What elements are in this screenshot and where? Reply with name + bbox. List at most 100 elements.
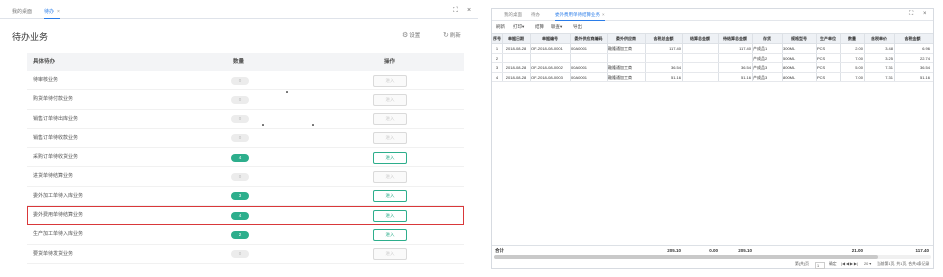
maximize-icon[interactable]: ⛶	[909, 11, 913, 18]
todo-name: 委外费用单待结算业务	[33, 212, 84, 219]
enter-button[interactable]: 进入	[373, 190, 407, 203]
enter-button[interactable]: 进入	[373, 113, 407, 126]
table-cell: 51.16	[919, 74, 930, 80]
column-divider	[864, 63, 865, 72]
inquiry-dropdown[interactable]: 联查▾	[551, 22, 562, 32]
table-cell: 7.31	[885, 74, 893, 80]
enter-button[interactable]: 进入	[373, 228, 407, 241]
totals-settled: 0.00	[709, 248, 718, 253]
page-number-input[interactable]: 1	[815, 261, 826, 269]
settings-button[interactable]: ⚙设置	[402, 31, 420, 39]
table-cell: 800ML	[783, 65, 796, 70]
page-size-select[interactable]: 20 ▾	[864, 260, 871, 269]
print-dropdown[interactable]: 打印▾	[513, 22, 524, 32]
column-header[interactable]: 含税单价	[864, 34, 894, 44]
column-header-count: 数量	[233, 59, 245, 65]
todo-row: 委外费用单待结算业务 4 进入	[27, 206, 464, 226]
column-header[interactable]: 单据日期	[502, 34, 530, 44]
scrollbar-thumb[interactable]	[494, 255, 878, 259]
table-row[interactable]: 1 2018-08-28 OF-2018-08-0001 00A0001 鞍隆通加工商 1…	[492, 44, 933, 54]
column-header[interactable]: 委外供应商编码	[570, 34, 607, 44]
enter-button[interactable]: 进入	[373, 170, 407, 183]
table-cell: 6.96	[922, 46, 930, 51]
column-header[interactable]: 结算总金额	[682, 34, 718, 44]
totals-unsettled: 205.10	[738, 248, 752, 253]
column-divider	[645, 63, 646, 72]
enter-button[interactable]: 进入	[373, 74, 407, 87]
table-row[interactable]: 2 产成品2 500ML PCS 7.00 3.25 22.74	[492, 53, 933, 63]
column-header[interactable]: 规格型号	[782, 34, 816, 44]
tab-todo[interactable]: 待办	[531, 9, 540, 21]
count-badge: 0	[231, 95, 249, 104]
close-icon[interactable]: ×	[602, 12, 605, 17]
enter-button[interactable]: 进入	[373, 248, 407, 261]
table-cell: 3.48	[885, 46, 893, 51]
column-header[interactable]: 生产单位	[816, 34, 840, 44]
refresh-button[interactable]: 刷新	[496, 22, 505, 32]
column-divider	[530, 72, 531, 81]
page-title: 待办业务	[12, 32, 49, 42]
column-header[interactable]: 含税金额	[894, 34, 931, 44]
column-divider	[682, 44, 683, 53]
table-cell: OF-2018-08-0001	[531, 46, 563, 51]
table-cell: 鞍隆通加工商	[608, 65, 632, 70]
column-divider	[502, 53, 503, 62]
table-cell: 00A0001	[571, 65, 588, 70]
close-icon[interactable]: ×	[57, 9, 60, 15]
column-divider	[752, 72, 753, 81]
column-header[interactable]: 序号	[492, 34, 502, 44]
column-header[interactable]: 待结算总金额	[718, 34, 752, 44]
table-cell: 5.00	[855, 65, 863, 70]
pager-summary: 当前第1页, 共1页, 合共4条记录	[877, 262, 930, 266]
column-divider	[607, 34, 608, 43]
column-divider	[782, 72, 783, 81]
close-window-icon[interactable]: ×	[923, 11, 927, 17]
enter-button[interactable]: 进入	[373, 151, 407, 164]
column-header[interactable]: 存货	[752, 34, 782, 44]
tab-todo[interactable]: 待办 ×	[44, 6, 60, 19]
table-cell: 51.16	[670, 74, 681, 80]
todo-name: 委外加工单待入库业务	[33, 192, 84, 199]
tab-outsourcing-settlement[interactable]: 委外费用单待结算业务 ×	[555, 9, 605, 21]
column-header[interactable]: 单据编号	[530, 34, 570, 44]
todo-name: 进货单待结算业务	[33, 173, 74, 180]
column-header[interactable]: 数量	[840, 34, 864, 44]
maximize-icon[interactable]: ⛶	[453, 5, 458, 17]
enter-button[interactable]: 进入	[373, 132, 407, 145]
tab-my-desktop[interactable]: 我的桌面	[504, 9, 522, 21]
pager-nav-buttons[interactable]: |◀ ◀ ▶ ▶|	[841, 260, 858, 269]
table-cell: 2018-08-28	[505, 65, 527, 70]
count-badge: 4	[231, 153, 249, 162]
settings-label: 设置	[409, 33, 421, 39]
close-window-icon[interactable]: ×	[467, 5, 471, 17]
horizontal-scrollbar[interactable]	[494, 255, 931, 259]
settle-button[interactable]: 结算	[535, 22, 544, 32]
enter-button[interactable]: 进入	[373, 93, 407, 106]
column-divider	[530, 63, 531, 72]
totals-amount: 117.40	[915, 248, 929, 253]
column-header[interactable]: 委外供应商	[607, 34, 645, 44]
column-header[interactable]: 含税总金额	[645, 34, 682, 44]
column-divider	[645, 53, 646, 62]
column-divider	[530, 44, 531, 53]
todo-name: 生产加工单待入库业务	[33, 231, 84, 238]
tab-my-desktop[interactable]: 我的桌面	[12, 6, 32, 19]
count-badge: 3	[231, 192, 249, 201]
column-divider	[607, 63, 608, 72]
column-divider	[682, 63, 683, 72]
enter-button[interactable]: 进入	[373, 209, 407, 222]
count-badge: 4	[231, 211, 249, 220]
export-button[interactable]: 导出	[573, 22, 582, 32]
todo-rows: 待审核业务 0 进入 购货单待付款业务 0 进入 销售订单待出库业务 0 进入 销售订单待收款业务…	[27, 71, 464, 264]
table-row[interactable]: 4 2018-08-28 OF-2018-08-0003 00A0001 鞍隆通加工商 5…	[492, 72, 933, 82]
refresh-button[interactable]: ↻刷新	[443, 31, 461, 39]
tab-label: 我的桌面	[504, 12, 522, 17]
table-cell: 117.40	[739, 46, 751, 51]
column-divider	[816, 63, 817, 72]
column-divider	[607, 72, 608, 81]
go-button[interactable]: 确定	[829, 260, 837, 269]
column-divider	[840, 34, 841, 43]
column-divider	[816, 53, 817, 62]
table-row[interactable]: 3 2018-08-28 OF-2018-08-0002 00A0001 鞍隆通加工商 3…	[492, 63, 933, 73]
table-cell: 鞍隆通加工商	[608, 46, 632, 51]
